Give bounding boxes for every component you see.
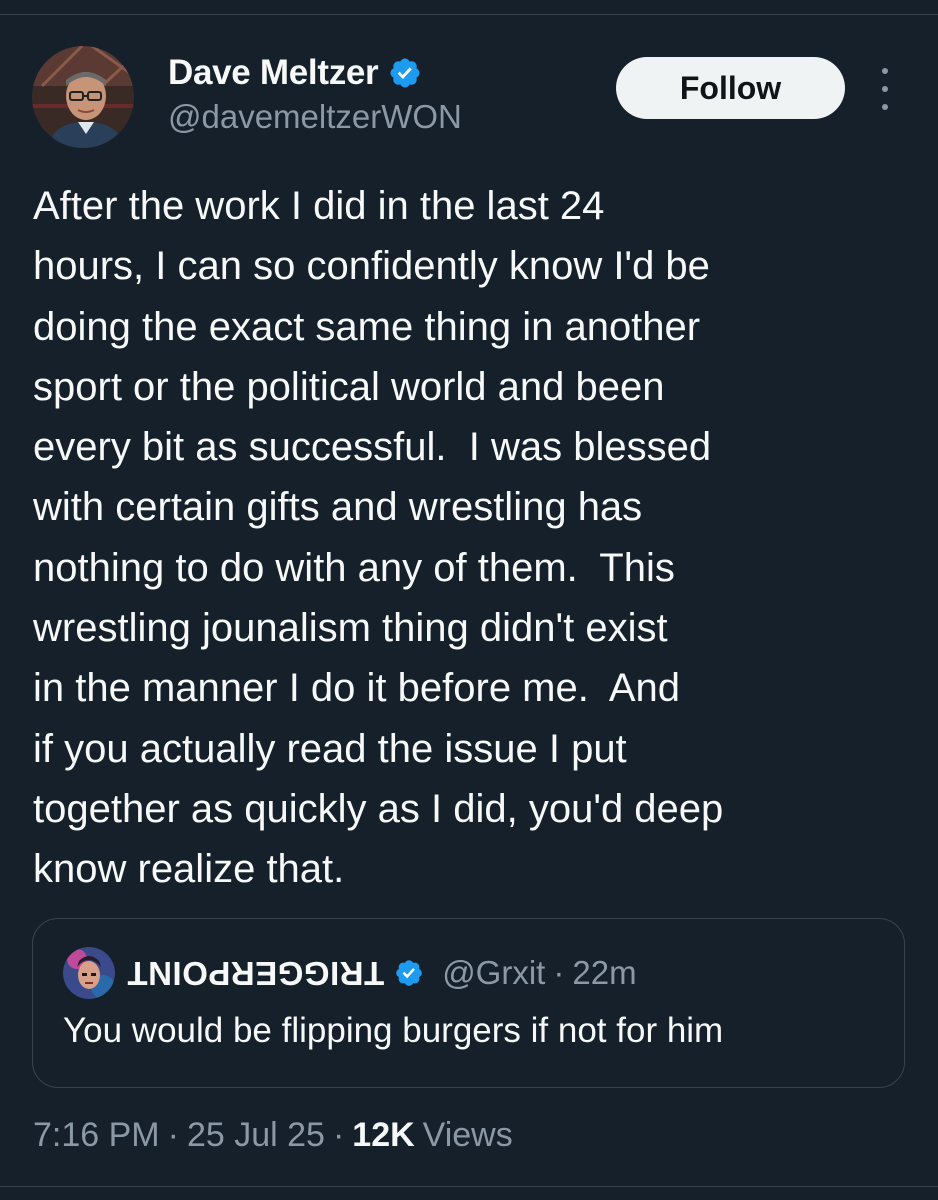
more-options-icon[interactable]: [870, 68, 900, 110]
author-handle[interactable]: @davemeltzerWON: [168, 98, 462, 136]
quote-separator: ·: [553, 954, 565, 991]
tweet-date[interactable]: 25 Jul 25: [187, 1116, 325, 1155]
author-display-name[interactable]: Dave Meltzer: [168, 53, 379, 93]
views-label: Views: [422, 1115, 513, 1154]
tweet-meta: 7:16 PM · 25 Jul 25 · 12K Views: [33, 1112, 513, 1158]
tweet-text-line: if you actually read the issue I put: [33, 726, 627, 771]
tweet-text-line: nothing to do with any of them. This: [33, 545, 675, 590]
avatar-photo-icon: [32, 46, 134, 148]
quote-author-avatar[interactable]: [63, 947, 115, 999]
tweet-text-line: know realize that.: [33, 847, 345, 892]
follow-button[interactable]: Follow: [616, 57, 845, 119]
quote-display-name[interactable]: TRIGGERPOINT: [127, 954, 384, 992]
tweet-text-line: sport or the political world and been: [33, 364, 665, 409]
top-divider: [0, 14, 938, 15]
tweet-text-line: in the manner I do it before me. And: [33, 666, 681, 711]
tweet-text-line: doing the exact same thing in another: [33, 304, 701, 349]
more-dot: [882, 68, 888, 74]
quote-avatar-art-icon: [63, 947, 115, 999]
views-count: 12K: [352, 1115, 415, 1154]
tweet-text-line: hours, I can so confidently know I'd be: [33, 244, 710, 289]
author-name-row: Dave Meltzer: [168, 50, 422, 96]
more-dot: [882, 86, 888, 92]
quoted-tweet-card[interactable]: TRIGGERPOINT @Grxit · 22m You would be f…: [32, 918, 905, 1088]
meta-separator: ·: [167, 1115, 179, 1154]
verified-badge-icon: [394, 958, 424, 988]
tweet-text-line: with certain gifts and wrestling has: [33, 485, 643, 530]
meta-separator: ·: [332, 1115, 345, 1154]
more-dot: [882, 104, 888, 110]
author-avatar[interactable]: [32, 46, 134, 148]
tweet-text-line: After the work I did in the last 24: [33, 184, 605, 228]
tweet-time[interactable]: 7:16 PM: [33, 1116, 160, 1155]
tweet-text-line: every bit as successful. I was blessed: [33, 425, 712, 470]
tweet-text-line: wrestling jounalism thing didn't exist: [33, 606, 668, 651]
bottom-divider: [0, 1186, 938, 1187]
quote-text: You would be flipping burgers if not for…: [63, 1011, 724, 1050]
tweet-text-line: together as quickly as I did, you'd deep: [33, 786, 724, 831]
quote-handle[interactable]: @Grxit: [442, 954, 545, 992]
quote-timestamp[interactable]: 22m: [572, 954, 636, 992]
verified-badge-icon: [388, 56, 422, 90]
quote-header: TRIGGERPOINT @Grxit · 22m: [127, 949, 637, 997]
tweet-text: After the work I did in the last 24 hour…: [33, 176, 913, 900]
